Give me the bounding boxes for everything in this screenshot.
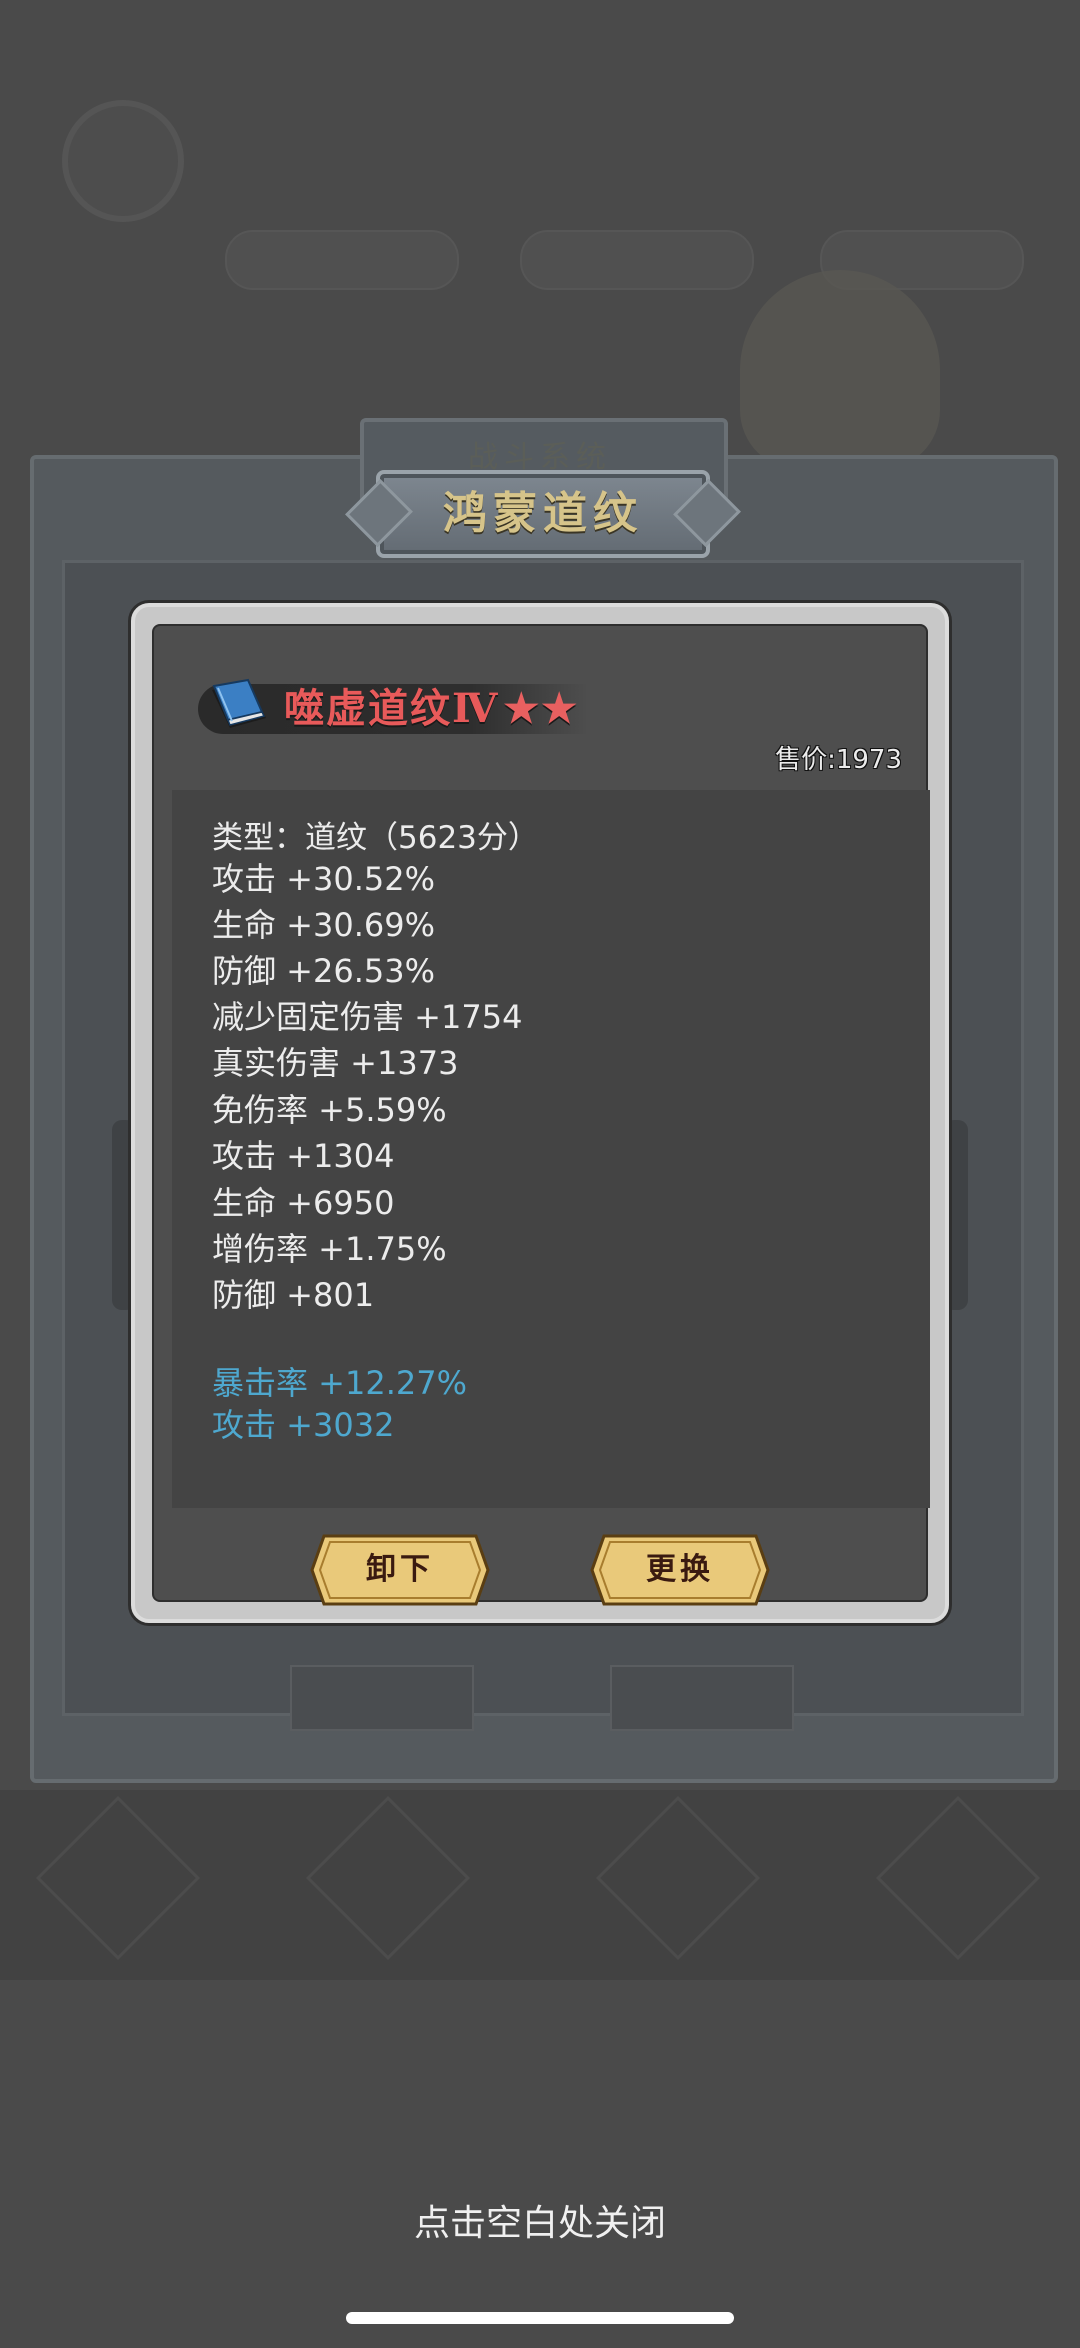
item-name: 噬虚道纹Ⅳ ★★: [284, 683, 579, 735]
stat-line: 攻击 +1304: [212, 1137, 395, 1175]
item-type: 类型：道纹（5623分）: [212, 820, 539, 856]
item-name-text: 噬虚道纹Ⅳ: [284, 685, 500, 732]
stat-line: 攻击 +30.52%: [212, 860, 436, 898]
background-button: [610, 1665, 794, 1731]
replace-button[interactable]: 更换: [590, 1534, 770, 1606]
replace-button-label: 更换: [646, 1552, 714, 1587]
unequip-button[interactable]: 卸下: [310, 1534, 490, 1606]
stat-panel: 类型：道纹（5623分） 攻击 +30.52% 生命 +30.69% 防御 +2…: [172, 790, 930, 1508]
item-detail-dialog: 噬虚道纹Ⅳ ★★ 售价:1973 类型：道纹（5623分） 攻击 +30.52% …: [131, 603, 949, 1623]
stat-line: 真实伤害 +1373: [212, 1044, 459, 1082]
stat-line: 防御 +26.53%: [212, 952, 436, 990]
background-button: [290, 1665, 474, 1731]
close-hint[interactable]: 点击空白处关闭: [0, 2194, 1080, 2246]
background-character: [740, 270, 940, 470]
stat-line: 减少固定伤害 +1754: [212, 998, 523, 1036]
screen: 战斗系统 鸿蒙道纹 噬虚道纹Ⅳ ★★ 售价:1973 类型：道纹（5623分） …: [0, 0, 1080, 2348]
stat-line: 生命 +6950: [212, 1184, 395, 1222]
sell-price: 售价:1973: [775, 745, 902, 775]
home-indicator[interactable]: [346, 2312, 734, 2324]
title-banner: 鸿蒙道纹: [376, 470, 710, 558]
stat-line: 生命 +30.69%: [212, 906, 436, 944]
star-rating: ★★: [503, 685, 580, 732]
bonus-stat-line: 攻击 +3032: [212, 1406, 395, 1444]
unequip-button-label: 卸下: [366, 1552, 434, 1587]
stat-line: 防御 +801: [212, 1276, 375, 1314]
background-tab: [225, 230, 459, 290]
background-avatar: [62, 100, 184, 222]
stat-line: 免伤率 +5.59%: [212, 1091, 447, 1129]
dialog-body: 噬虚道纹Ⅳ ★★ 售价:1973 类型：道纹（5623分） 攻击 +30.52% …: [154, 626, 930, 1606]
background-tab: [520, 230, 754, 290]
page-title: 鸿蒙道纹: [443, 488, 643, 539]
book-icon: [212, 678, 266, 728]
bonus-stat-line: 暴击率 +12.27%: [212, 1364, 468, 1402]
stat-line: 增伤率 +1.75%: [212, 1230, 447, 1268]
